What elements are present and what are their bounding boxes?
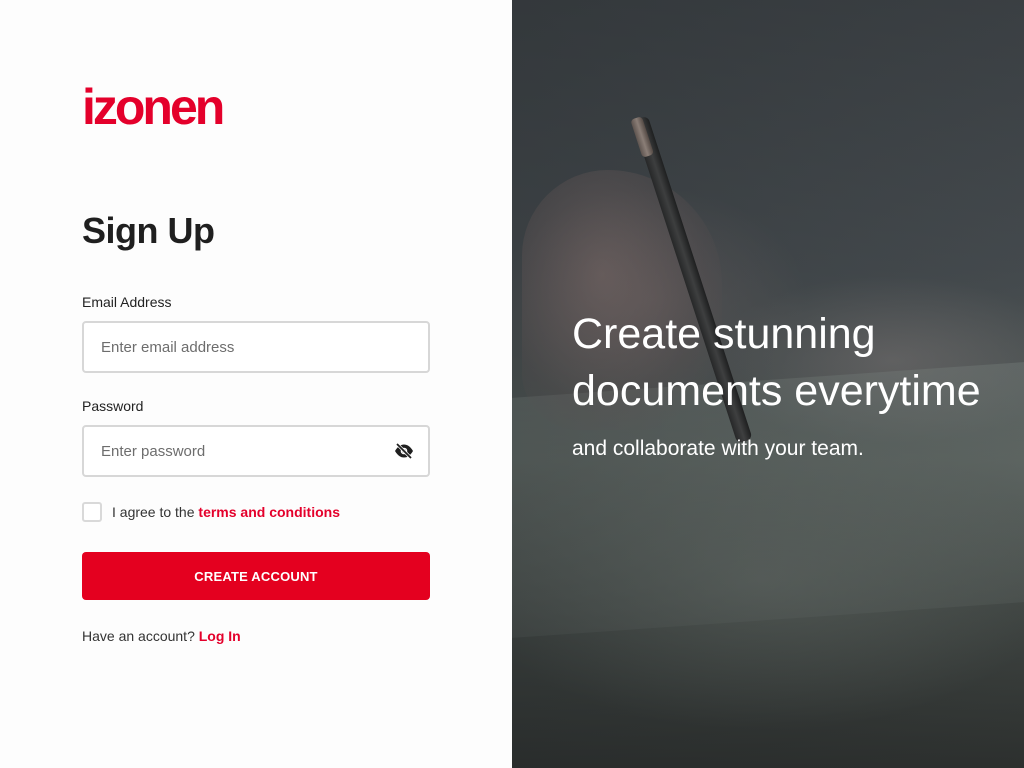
- eye-slash-icon[interactable]: [394, 442, 414, 460]
- hero-title-line-2: documents everytime: [572, 367, 981, 415]
- hero-title: Create stunning documents everytime: [572, 306, 981, 420]
- terms-link[interactable]: terms and conditions: [198, 504, 340, 520]
- signup-panel: izonen Sign Up Email Address Password I …: [0, 0, 512, 768]
- terms-text: I agree to the terms and conditions: [112, 504, 340, 520]
- login-link[interactable]: Log In: [199, 628, 241, 644]
- page-title: Sign Up: [82, 210, 215, 251]
- email-input[interactable]: [84, 323, 428, 371]
- terms-agreement: I agree to the terms and conditions: [82, 502, 340, 522]
- create-account-button[interactable]: CREATE ACCOUNT: [82, 552, 430, 600]
- email-field-wrapper: [82, 321, 430, 373]
- login-prompt: Have an account? Log In: [82, 628, 241, 644]
- hero-subtitle: and collaborate with your team.: [572, 437, 864, 460]
- password-label: Password: [82, 398, 144, 414]
- terms-prefix: I agree to the: [112, 504, 195, 520]
- login-prompt-text: Have an account?: [82, 628, 195, 644]
- hero-title-line-1: Create stunning: [572, 310, 876, 358]
- password-input[interactable]: [84, 427, 428, 475]
- email-label: Email Address: [82, 294, 172, 310]
- password-field-wrapper: [82, 425, 430, 477]
- terms-checkbox[interactable]: [82, 502, 102, 522]
- brand-logo: izonen: [82, 79, 225, 135]
